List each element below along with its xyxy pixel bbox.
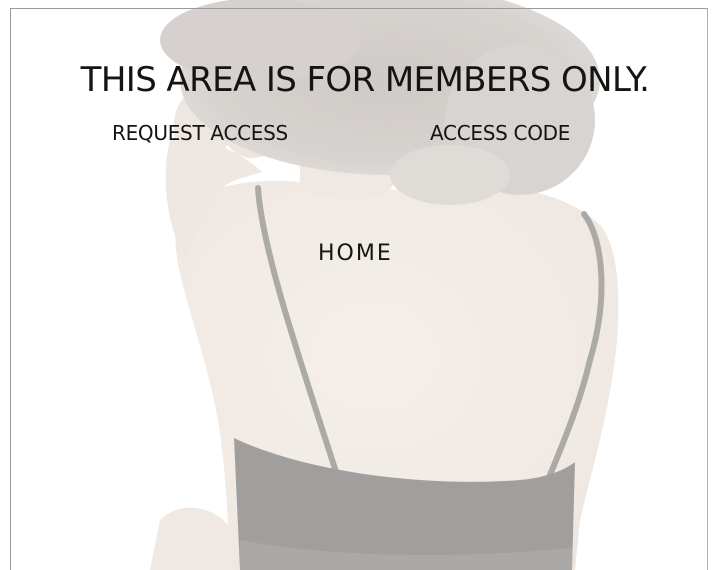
home-link[interactable]: HOME: [318, 239, 393, 269]
access-code-link[interactable]: ACCESS CODE: [430, 119, 570, 147]
request-access-link[interactable]: REQUEST ACCESS: [112, 119, 288, 147]
members-only-page: THIS AREA IS FOR MEMBERS ONLY. REQUEST A…: [0, 0, 712, 570]
members-only-headline: THIS AREA IS FOR MEMBERS ONLY.: [80, 60, 650, 100]
